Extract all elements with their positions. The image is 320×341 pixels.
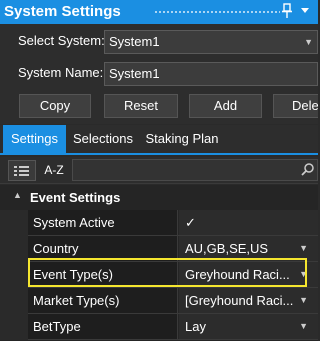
property-value: AU,GB,SE,US xyxy=(185,241,269,256)
window-titlebar[interactable]: System Settings xyxy=(0,0,318,24)
category-label: Event Settings xyxy=(30,190,121,205)
property-name: BetType xyxy=(28,314,178,339)
tab-staking-plan[interactable]: Staking Plan xyxy=(141,125,223,153)
pin-icon[interactable] xyxy=(281,3,293,20)
titlebar-grip[interactable] xyxy=(154,10,280,14)
tab-settings[interactable]: Settings xyxy=(3,125,66,153)
chevron-down-icon[interactable]: ▼ xyxy=(299,314,308,339)
chevron-down-icon[interactable]: ▼ xyxy=(299,288,308,313)
category-event-settings[interactable]: ▲ Event Settings xyxy=(0,185,318,209)
market-types-dropdown[interactable]: [Greyhound Raci... ▼ xyxy=(179,288,318,313)
search-icon[interactable] xyxy=(301,162,315,179)
select-system-value: System1 xyxy=(109,34,160,49)
property-name: Country xyxy=(28,236,178,261)
delete-button[interactable]: Dele xyxy=(273,94,318,118)
property-row-market-types[interactable]: Market Type(s) [Greyhound Raci... ▼ xyxy=(0,288,318,314)
property-name: System Active xyxy=(28,210,178,235)
property-row-system-active[interactable]: System Active ✓ xyxy=(0,210,318,236)
property-name: Market Type(s) xyxy=(28,288,178,313)
tab-strip: Settings Selections Staking Plan xyxy=(0,125,318,155)
system-name-field[interactable]: System1 xyxy=(104,62,318,86)
property-name: Event Type(s) xyxy=(28,262,178,287)
chevron-down-icon: ▼ xyxy=(304,37,313,47)
property-value: [Greyhound Raci... xyxy=(185,293,294,308)
event-types-dropdown[interactable]: Greyhound Raci... ▼ xyxy=(179,262,318,287)
chevron-down-icon[interactable]: ▼ xyxy=(299,262,308,287)
collapse-triangle-icon[interactable]: ▲ xyxy=(13,190,22,200)
select-system-label: Select System: xyxy=(18,33,105,48)
property-value: Greyhound Raci... xyxy=(185,267,290,282)
chevron-down-icon[interactable]: ▼ xyxy=(299,236,308,261)
categorized-list-icon[interactable] xyxy=(8,160,36,181)
property-grid: ▲ Event Settings System Active ✓ Country… xyxy=(0,185,318,341)
select-system-dropdown[interactable]: System1 ▼ xyxy=(104,30,318,54)
sort-az-button[interactable]: A-Z xyxy=(40,160,68,181)
system-name-label: System Name: xyxy=(18,65,104,80)
property-search-input[interactable] xyxy=(72,159,318,181)
checkmark-icon: ✓ xyxy=(185,215,196,230)
chevron-down-icon[interactable] xyxy=(299,5,311,19)
system-name-value: System1 xyxy=(109,66,160,81)
reset-button[interactable]: Reset xyxy=(104,94,178,118)
system-active-checkbox[interactable]: ✓ xyxy=(179,210,318,235)
property-row-event-types[interactable]: Event Type(s) Greyhound Raci... ▼ xyxy=(0,262,318,288)
property-grid-toolbar: A-Z xyxy=(0,157,318,184)
bet-type-dropdown[interactable]: Lay ▼ xyxy=(179,314,318,339)
add-button[interactable]: Add xyxy=(189,94,262,118)
country-dropdown[interactable]: AU,GB,SE,US ▼ xyxy=(179,236,318,261)
window-title: System Settings xyxy=(4,3,121,20)
copy-button[interactable]: Copy xyxy=(19,94,91,118)
property-row-bet-type[interactable]: BetType Lay ▼ xyxy=(0,314,318,340)
property-value: Lay xyxy=(185,319,206,334)
tab-selections[interactable]: Selections xyxy=(69,125,137,153)
system-selection-panel: Select System: System1 ▼ System Name: Sy… xyxy=(0,24,318,124)
property-row-country[interactable]: Country AU,GB,SE,US ▼ xyxy=(0,236,318,262)
